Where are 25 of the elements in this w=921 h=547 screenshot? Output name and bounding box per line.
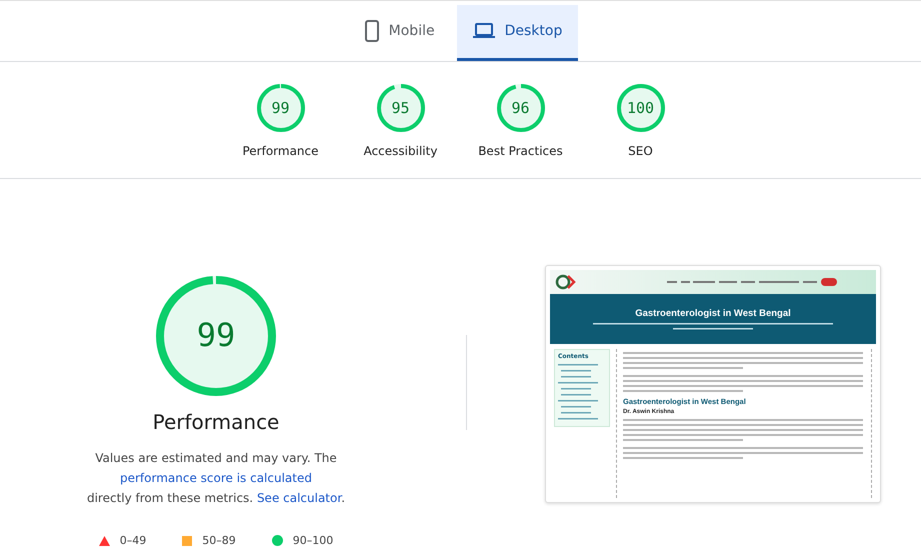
score-gauge — [616, 84, 664, 132]
legend-range: 0–49 — [120, 534, 146, 547]
hero-title: Gastroenterologist in West Bengal — [635, 308, 791, 318]
device-tab[interactable]: Desktop — [456, 5, 578, 61]
score-value: 100 — [626, 98, 656, 117]
score-label: Best Practices — [478, 144, 563, 158]
score-label: Accessibility — [364, 144, 438, 158]
score-value: 96 — [510, 98, 531, 117]
score-value: 95 — [390, 98, 411, 117]
calculator-link[interactable]: See calculator — [256, 491, 342, 505]
score-label: Performance — [242, 144, 319, 158]
legend-range: 90–100 — [292, 534, 334, 547]
phone-icon — [364, 20, 379, 42]
performance-score: 99 — [196, 316, 236, 354]
score-gauge — [376, 84, 424, 132]
score-label: SEO — [628, 144, 653, 158]
laptop-icon — [472, 23, 495, 40]
score-link[interactable]: performance score is calculated — [120, 471, 312, 485]
score-gauge — [496, 84, 544, 132]
score-description: Values are estimated and may vary. The performance score is calculated directly from these metrics. See calculator. — [86, 450, 346, 507]
device-tab[interactable]: Mobile — [348, 5, 451, 61]
score-value: 99 — [270, 98, 291, 117]
gauge-title: Performance — [152, 410, 280, 434]
legend-range: 50–89 — [202, 534, 236, 547]
score-gauge — [256, 84, 304, 132]
